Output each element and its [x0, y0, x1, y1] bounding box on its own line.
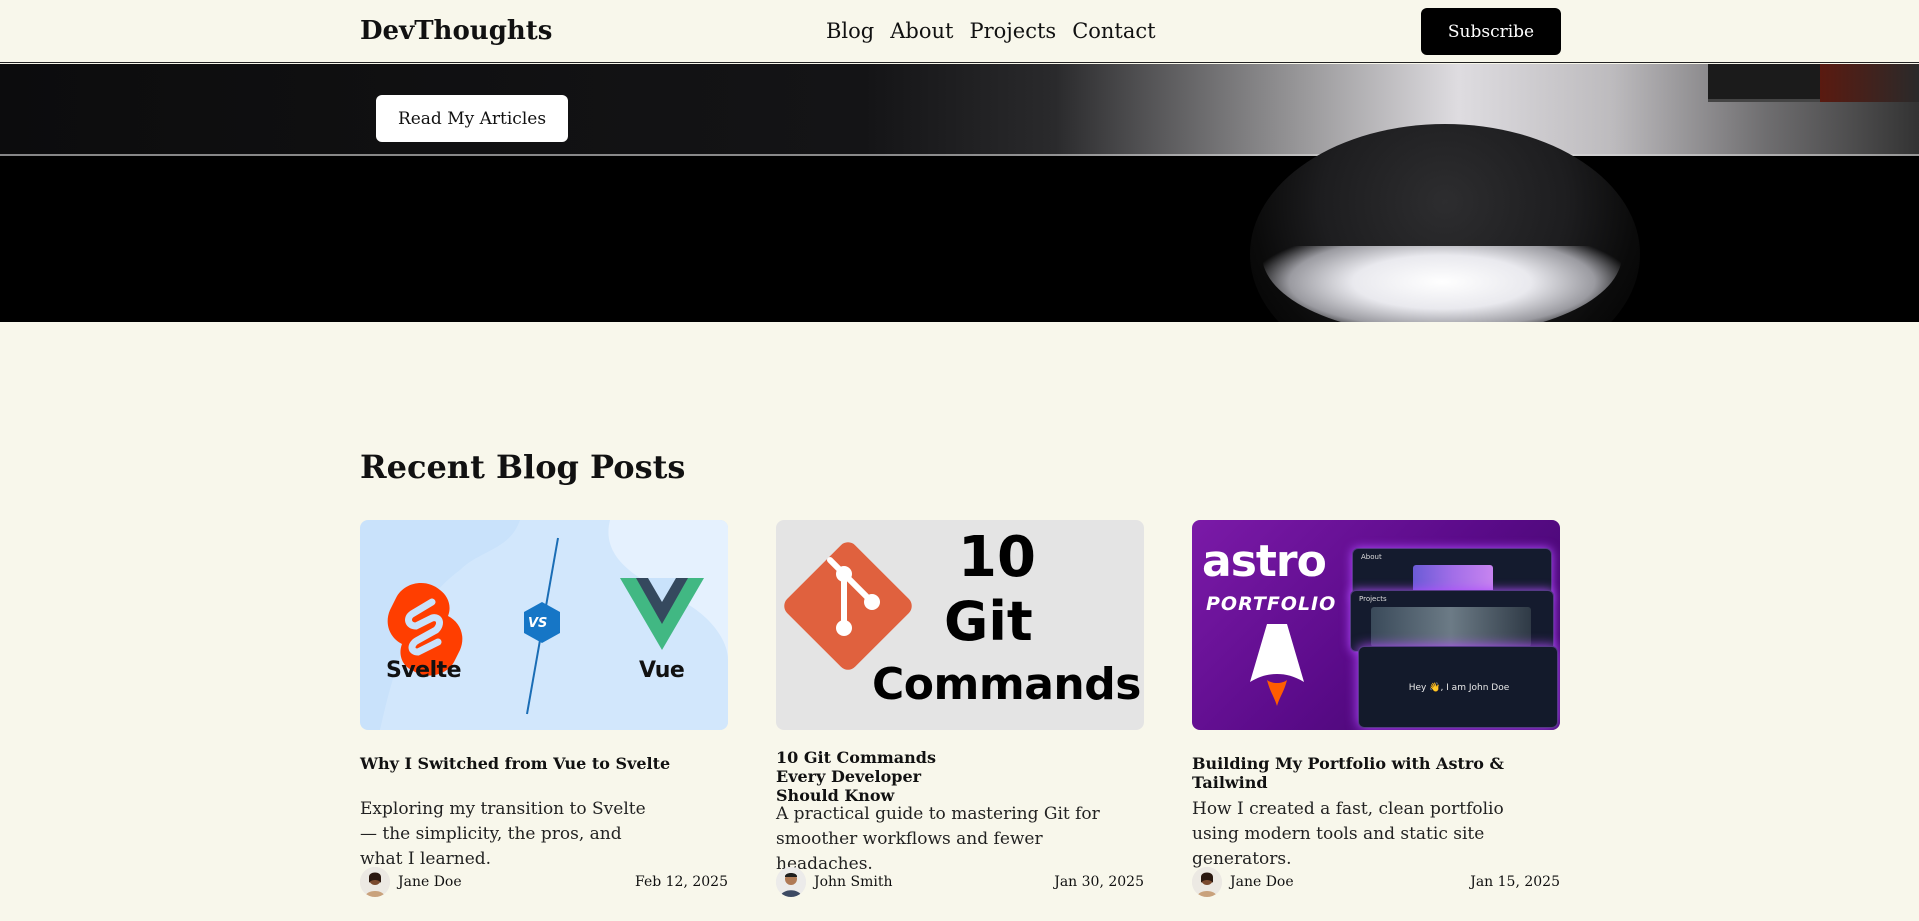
site-header: DevThoughts Blog About Projects Contact … [0, 0, 1919, 63]
preview-label: Projects [1359, 595, 1387, 603]
author-avatar [776, 867, 806, 897]
author-name: Jane Doe [398, 874, 462, 890]
portfolio-label: PORTFOLIO [1206, 593, 1337, 615]
author-name: John Smith [814, 874, 893, 890]
post-description: How I created a fast, clean portfolio us… [1192, 799, 1504, 869]
post-description: Exploring my transition to Svelte — the … [360, 799, 646, 869]
post-thumbnail[interactable]: About Projects Hey 👋, I am John Doe astr… [1192, 520, 1560, 730]
post-date: Jan 30, 2025 [1054, 874, 1144, 890]
post-meta: John Smith Jan 30, 2025 [776, 867, 1144, 899]
author-avatar [360, 867, 390, 897]
post-card[interactable]: 10 Git Commands 10 Git Commands Every De… [776, 520, 1144, 897]
preview-label: About [1361, 553, 1382, 561]
author-avatar [1192, 867, 1222, 897]
nav-link-blog[interactable]: Blog [826, 19, 874, 43]
screenshot-preview-3: Hey 👋, I am John Doe [1358, 646, 1558, 728]
hero-banner [0, 64, 1919, 322]
post-date: Feb 12, 2025 [635, 874, 728, 890]
post-thumbnail[interactable]: Svelte VS Vue [360, 520, 728, 730]
author-name: Jane Doe [1230, 874, 1294, 890]
astro-rocket-icon [1250, 624, 1304, 706]
hero-lamp-glow [1262, 246, 1622, 322]
site-logo[interactable]: DevThoughts [360, 16, 552, 46]
post-card[interactable]: Svelte VS Vue Why I Switched from Vue to… [360, 520, 728, 897]
thumb-vs-label: VS [528, 616, 548, 631]
preview-greeting: Hey 👋, I am John Doe [1408, 683, 1510, 693]
screenshot-preview-2: Projects [1350, 590, 1554, 652]
astro-wordmark: astro [1202, 536, 1327, 587]
post-title[interactable]: Building My Portfolio with Astro & Tailw… [1192, 754, 1560, 792]
thumb-line-3: Commands [872, 659, 1141, 710]
post-description: A practical guide to mastering Git for s… [776, 804, 1100, 874]
read-articles-button[interactable]: Read My Articles [376, 95, 568, 142]
nav-link-contact[interactable]: Contact [1072, 19, 1155, 43]
nav-link-about[interactable]: About [890, 19, 953, 43]
hero-corner-shape [1708, 64, 1828, 102]
thumb-left-label: Svelte [386, 658, 462, 683]
thumb-line-2: Git [944, 590, 1033, 653]
post-date: Jan 15, 2025 [1470, 874, 1560, 890]
post-thumbnail[interactable]: 10 Git Commands [776, 520, 1144, 730]
post-meta: Jane Doe Jan 15, 2025 [1192, 867, 1560, 899]
post-meta: Jane Doe Feb 12, 2025 [360, 867, 728, 899]
nav-link-projects[interactable]: Projects [969, 19, 1056, 43]
post-title[interactable]: 10 Git Commands Every Developer Should K… [776, 748, 986, 805]
section-title: Recent Blog Posts [360, 448, 686, 486]
post-card[interactable]: About Projects Hey 👋, I am John Doe astr… [1192, 520, 1560, 897]
hero-corner-accent [1820, 64, 1919, 102]
subscribe-button[interactable]: Subscribe [1421, 8, 1561, 55]
post-title[interactable]: Why I Switched from Vue to Svelte [360, 754, 728, 773]
hero-light-band [0, 64, 1919, 156]
thumb-line-1: 10 [958, 525, 1036, 590]
main-nav: Blog About Projects Contact [826, 19, 1156, 43]
thumb-right-label: Vue [639, 658, 685, 683]
